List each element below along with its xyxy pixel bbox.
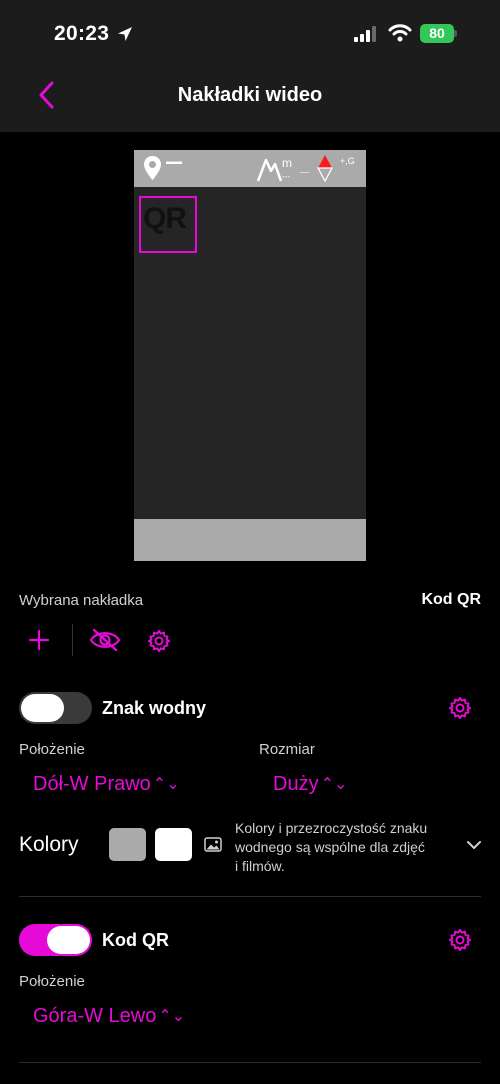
section-divider bbox=[19, 896, 481, 897]
qr-gear-icon[interactable] bbox=[448, 928, 472, 952]
watermark-title: Znak wodny bbox=[102, 698, 207, 718]
compass-icon bbox=[317, 155, 333, 182]
selected-overlay-label: Wybrana nakładka bbox=[19, 592, 144, 609]
watermark-gear-icon[interactable] bbox=[448, 696, 472, 720]
eye-slash-icon[interactable] bbox=[89, 628, 121, 652]
chevron-updown-icon: ⌃⌄ bbox=[152, 776, 180, 793]
watermark-toggle[interactable] bbox=[19, 692, 92, 724]
gear-icon[interactable] bbox=[147, 629, 171, 653]
colors-note-line3: i filmów. bbox=[235, 858, 285, 874]
toolbar-divider bbox=[72, 624, 73, 656]
watermark-position-value: Dół-W Prawo bbox=[33, 773, 151, 795]
altitude-unit: m bbox=[282, 156, 292, 170]
mountain-icon bbox=[256, 158, 282, 182]
chevron-updown-icon: ⌃⌄ bbox=[320, 776, 348, 793]
qr-toggle[interactable] bbox=[19, 924, 92, 956]
chevron-down-icon[interactable] bbox=[466, 839, 482, 851]
watermark-size-value: Duży bbox=[273, 773, 319, 795]
preview-bottom-bar bbox=[134, 519, 366, 561]
colors-note: Kolory i przezroczystość znaku wodnego s… bbox=[235, 819, 465, 876]
color-swatch-white[interactable] bbox=[155, 828, 192, 861]
map-pin-icon bbox=[144, 156, 161, 180]
toggle-knob bbox=[21, 694, 64, 722]
watermark-position-picker[interactable]: Dół-W Prawo ⌃⌄ bbox=[33, 773, 180, 796]
colors-label: Kolory bbox=[19, 833, 79, 856]
watermark-size-picker[interactable]: Duży ⌃⌄ bbox=[273, 773, 347, 796]
section-divider bbox=[19, 1062, 481, 1063]
watermark-size-label: Rozmiar bbox=[259, 741, 315, 758]
selected-overlay-value: Kod QR bbox=[421, 591, 481, 608]
color-swatch-gray[interactable] bbox=[109, 828, 146, 861]
altitude-sep: __ bbox=[300, 164, 309, 173]
g-force-label: +,G bbox=[340, 156, 355, 166]
battery-indicator: 80 bbox=[420, 24, 454, 43]
watermark-position-label: Położenie bbox=[19, 741, 85, 758]
location-arrow-icon bbox=[118, 27, 132, 41]
qr-position-label: Położenie bbox=[19, 973, 85, 990]
qr-overlay-selection[interactable] bbox=[139, 196, 197, 253]
qr-title: Kod QR bbox=[102, 930, 169, 950]
plus-icon[interactable] bbox=[28, 629, 50, 651]
signal-icon bbox=[354, 26, 376, 42]
image-icon[interactable] bbox=[204, 837, 222, 852]
page-title: Nakładki wideo bbox=[177, 84, 323, 106]
qr-position-picker[interactable]: Góra-W Lewo ⌃⌄ bbox=[33, 1005, 185, 1028]
toggle-knob bbox=[47, 926, 90, 954]
colors-note-line1: Kolory i przezroczystość znaku bbox=[235, 820, 428, 836]
location-text: ▬▬ bbox=[166, 157, 182, 166]
qr-position-value: Góra-W Lewo bbox=[33, 1005, 157, 1027]
wifi-icon bbox=[388, 24, 412, 42]
battery-nub bbox=[454, 30, 457, 37]
colors-note-line2: wodnego są wspólne dla zdjęć bbox=[235, 839, 425, 855]
status-time: 20:23 bbox=[54, 22, 110, 45]
chevron-updown-icon: ⌃⌄ bbox=[158, 1008, 186, 1025]
altitude-value: --- bbox=[282, 172, 290, 181]
